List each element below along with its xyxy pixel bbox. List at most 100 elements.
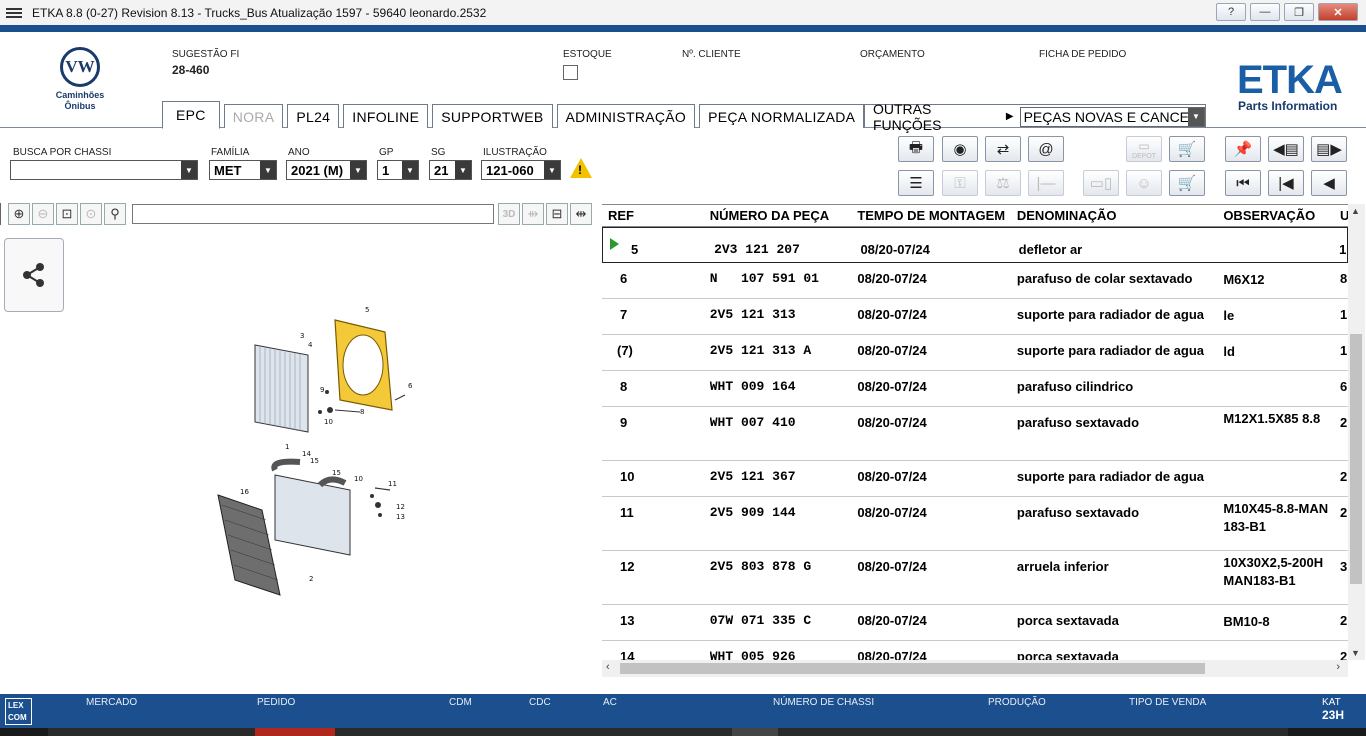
ilustracao-select[interactable]: 121-060 ▼: [481, 160, 561, 180]
table-row[interactable]: 12 2V5 803 878 G 08/20-07/24 arruela inf…: [602, 551, 1348, 605]
table-row[interactable]: (7) 2V5 121 313 A 08/20-07/24 suporte pa…: [602, 335, 1348, 371]
scroll-thumb[interactable]: [1350, 334, 1362, 584]
cart-truck-icon[interactable]: 🛒: [1169, 136, 1205, 162]
chassi-search-input[interactable]: ▼: [10, 160, 198, 180]
col-denominacao[interactable]: DENOMINAÇÃO: [1017, 208, 1223, 223]
tab-pl24[interactable]: PL24: [287, 104, 340, 128]
chevron-down-icon[interactable]: ▼: [1188, 107, 1204, 126]
tab-administracao[interactable]: ADMINISTRAÇÃO: [556, 104, 696, 128]
minimize-button[interactable]: —: [1250, 3, 1280, 21]
chevron-down-icon[interactable]: ▼: [544, 161, 560, 179]
cell-numero: 07W 071 335 C: [709, 613, 812, 628]
parts-diagram[interactable]: 3 4 5 6 8 9 10 1 14 15 15 10 11 12 13 16…: [200, 300, 430, 600]
chevron-down-icon[interactable]: ▼: [455, 161, 471, 179]
tab-epc[interactable]: EPC: [162, 101, 220, 129]
tab-peca-normalizada[interactable]: PEÇA NORMALIZADA: [699, 104, 865, 128]
warning-icon[interactable]: !: [570, 158, 592, 178]
handshake-icon[interactable]: ⇄: [985, 136, 1021, 162]
callout-15a: 15: [310, 457, 319, 465]
table-row[interactable]: 9 WHT 007 410 08/20-07/24 parafuso sexta…: [602, 407, 1348, 461]
zoom-reset-icon[interactable]: ⊙: [80, 203, 102, 225]
table-row[interactable]: 14 WHT 005 926 08/20-07/24 porca sextava…: [602, 641, 1348, 660]
at-icon[interactable]: @: [1028, 136, 1064, 162]
cell-ref: 9: [620, 415, 628, 430]
tab-supportweb[interactable]: SUPPORTWEB: [432, 104, 553, 128]
key-icon[interactable]: ⚿: [942, 170, 978, 196]
scroll-right-icon[interactable]: ›: [1336, 661, 1340, 673]
3d-button[interactable]: 3D: [498, 203, 520, 225]
familia-label: FAMÍLIA: [211, 147, 250, 158]
image-search-input[interactable]: [132, 204, 494, 224]
col-tempo[interactable]: TEMPO DE MONTAGEM: [857, 208, 1017, 223]
dash-icon[interactable]: |—: [1028, 170, 1064, 196]
layout-icon[interactable]: ⊟: [546, 203, 568, 225]
scroll-up-icon[interactable]: ▲: [1351, 206, 1360, 216]
taskbar-app[interactable]: [732, 728, 778, 736]
system-menu-icon[interactable]: [0, 0, 28, 25]
scroll-down-icon[interactable]: ▼: [1351, 648, 1360, 658]
split-icon[interactable]: ⇻: [522, 203, 544, 225]
cell-numero: 2V5 121 313: [709, 307, 796, 322]
next-page-icon[interactable]: ▤▶: [1311, 136, 1347, 162]
familia-select[interactable]: MET ▼: [209, 160, 277, 180]
estoque-label: ESTOQUE: [563, 49, 612, 60]
print-icon[interactable]: 🖶: [898, 136, 934, 162]
outras-funcoes[interactable]: OUTRAS FUNÇÕES ▶ PEÇAS NOVAS E CANCEL. ▼: [864, 101, 1206, 133]
horizontal-scrollbar[interactable]: ‹ ›: [602, 660, 1348, 677]
sg-select[interactable]: 21 ▼: [429, 160, 472, 180]
sugestao-value[interactable]: 28-460: [172, 63, 209, 77]
back-icon[interactable]: |◀: [1268, 170, 1304, 196]
cell-numero: 2V5 803 878 G: [709, 559, 812, 574]
restore-button[interactable]: ❐: [1284, 3, 1314, 21]
chevron-down-icon[interactable]: ▼: [260, 161, 276, 179]
sugestao-label: SUGESTÃO FI: [172, 49, 240, 60]
expand-icon[interactable]: ⇹: [570, 203, 592, 225]
tab-infoline[interactable]: INFOLINE: [343, 104, 429, 128]
depot-icon[interactable]: ▭ DEPOT: [1126, 136, 1162, 162]
outras-funcoes-dropdown[interactable]: PEÇAS NOVAS E CANCEL. ▼: [1019, 106, 1205, 127]
disc-icon[interactable]: ◉: [942, 136, 978, 162]
deflector-shroud[interactable]: [334, 319, 393, 411]
monitor-icon[interactable]: ▭▯: [1083, 170, 1119, 196]
prev-page-icon[interactable]: ◀▤: [1268, 136, 1304, 162]
col-u[interactable]: U: [1340, 208, 1348, 223]
table-row[interactable]: 8 WHT 009 164 08/20-07/24 parafuso cilin…: [602, 371, 1348, 407]
ano-select[interactable]: 2021 (M) ▼: [286, 160, 367, 180]
pin-icon[interactable]: 📌: [1225, 136, 1261, 162]
tab-nora[interactable]: NORA: [223, 104, 284, 128]
scroll-left-icon[interactable]: ‹: [606, 661, 610, 673]
col-numero[interactable]: NÚMERO DA PEÇA: [710, 208, 858, 223]
col-ref[interactable]: REF: [602, 208, 710, 223]
chevron-down-icon[interactable]: ▼: [402, 161, 418, 179]
taskbar-app[interactable]: [255, 728, 335, 736]
table-row[interactable]: 11 2V5 909 144 08/20-07/24 parafuso sext…: [602, 497, 1348, 551]
user-icon[interactable]: ☺: [1126, 170, 1162, 196]
zoom-in-icon[interactable]: ⊕: [8, 203, 30, 225]
table-row[interactable]: 10 2V5 121 367 08/20-07/24 suporte para …: [602, 461, 1348, 497]
first-icon[interactable]: ⏮: [1225, 170, 1261, 196]
close-button[interactable]: ✕: [1318, 3, 1358, 21]
scroll-thumb[interactable]: [620, 663, 1205, 674]
zoom-out-icon[interactable]: ⊖: [32, 203, 54, 225]
table-row[interactable]: 13 07W 071 335 C 08/20-07/24 porca sexta…: [602, 605, 1348, 641]
table-row[interactable]: 6 N 107 591 01 08/20-07/24 parafuso de c…: [602, 263, 1348, 299]
callout-15b: 15: [332, 469, 341, 477]
table-row[interactable]: 7 2V5 121 313 08/20-07/24 suporte para r…: [602, 299, 1348, 335]
cart-icon[interactable]: 🛒: [1169, 170, 1205, 196]
zoom-fit-icon[interactable]: ⊡: [56, 203, 78, 225]
share-button[interactable]: [4, 238, 64, 312]
help-button[interactable]: ?: [1216, 3, 1246, 21]
chevron-down-icon[interactable]: ▼: [181, 161, 197, 179]
chassi-label: BUSCA POR CHASSI: [13, 147, 112, 158]
gp-select[interactable]: 1 ▼: [377, 160, 419, 180]
search-icon[interactable]: ⚲: [104, 203, 126, 225]
table-row[interactable]: 5 2V3 121 207 08/20-07/24 defletor ar 1: [602, 227, 1348, 263]
chevron-down-icon[interactable]: ▼: [350, 161, 366, 179]
cell-numero: 2V5 121 313 A: [709, 343, 812, 358]
list-icon[interactable]: ☰: [898, 170, 934, 196]
estoque-checkbox[interactable]: [563, 65, 578, 80]
scale-icon[interactable]: ⚖: [985, 170, 1021, 196]
col-observacao[interactable]: OBSERVAÇÃO: [1223, 207, 1340, 225]
prev-icon[interactable]: ◀: [1311, 170, 1347, 196]
vertical-scrollbar[interactable]: ▲ ▼: [1348, 204, 1365, 660]
